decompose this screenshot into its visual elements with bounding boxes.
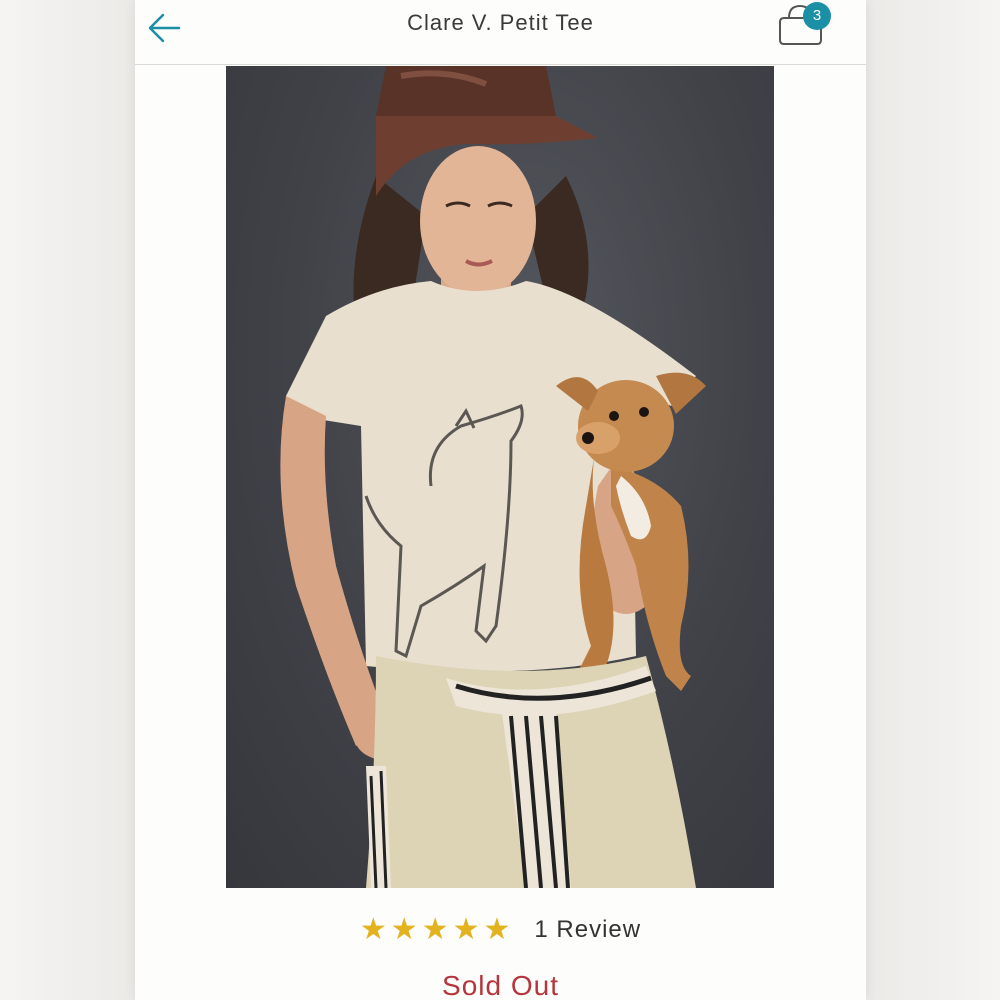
star-icon: ★ bbox=[421, 913, 449, 946]
shopping-bag-button[interactable]: 3 bbox=[775, 2, 839, 50]
star-icon: ★ bbox=[452, 913, 480, 946]
product-photo-illustration bbox=[280, 66, 706, 888]
reviews-link[interactable]: 1 Review bbox=[534, 916, 641, 944]
star-icon: ★ bbox=[483, 913, 511, 946]
page-title: Clare V. Petit Tee bbox=[407, 10, 594, 35]
rating-row: ★ ★ ★ ★ ★ 1 Review bbox=[135, 910, 866, 950]
star-icon: ★ bbox=[359, 913, 387, 946]
product-image[interactable] bbox=[226, 66, 774, 888]
star-icon: ★ bbox=[390, 913, 418, 946]
availability-status: Sold Out bbox=[442, 970, 559, 1000]
top-navigation-bar: Clare V. Petit Tee 3 bbox=[135, 0, 866, 65]
app-screen: Clare V. Petit Tee 3 ★ ★ ★ ★ ★ 1 Review … bbox=[135, 0, 866, 1000]
star-rating: ★ ★ ★ ★ ★ bbox=[360, 915, 511, 945]
left-backdrop bbox=[0, 0, 135, 1000]
right-backdrop bbox=[866, 0, 1000, 1000]
bag-count-badge: 3 bbox=[803, 2, 831, 30]
